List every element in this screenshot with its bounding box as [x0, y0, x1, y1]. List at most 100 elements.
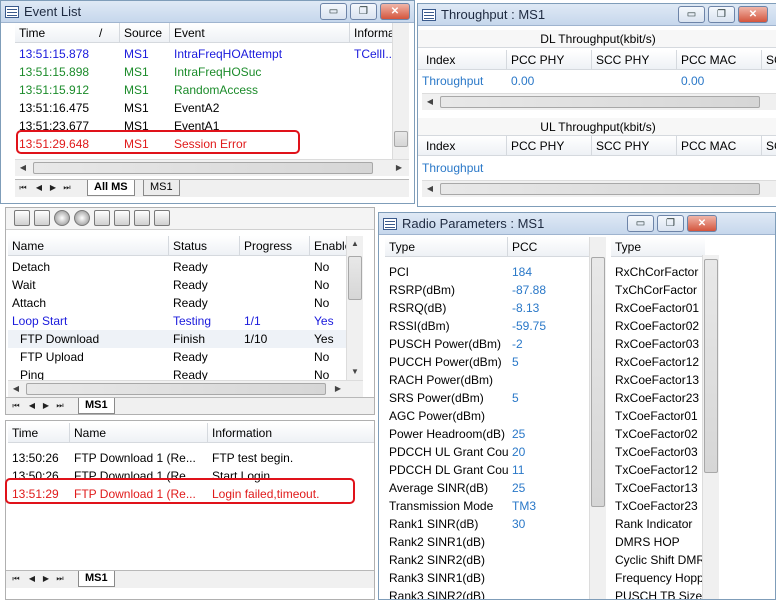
event-list-titlebar[interactable]: Event List ▭ ❐ ✕	[1, 1, 414, 23]
scroll-right-icon[interactable]: ▶	[391, 160, 407, 176]
ul-throughput-row[interactable]: Throughput	[418, 159, 776, 177]
col-time[interactable]: Time	[15, 23, 95, 43]
task-col-enable[interactable]: Enable	[310, 236, 348, 256]
ul-hscroll[interactable]: ◀	[422, 180, 776, 197]
radio-right-row[interactable]: TxChCorFactor	[611, 281, 705, 299]
ul-hscroll-thumb[interactable]	[440, 183, 760, 195]
prev-page-icon[interactable]: ◀	[26, 400, 38, 412]
delete-icon[interactable]	[154, 210, 170, 226]
copy-task-icon[interactable]	[34, 210, 50, 226]
radio-right-row[interactable]: RxCoeFactor13	[611, 371, 705, 389]
next-page-icon[interactable]: ▶	[40, 573, 52, 585]
radio-right-row[interactable]: TxCoeFactor13	[611, 479, 705, 497]
radio-param-row[interactable]: RSRQ(dB) -8.13	[385, 299, 590, 317]
radio-right-row[interactable]: PUSCH TB Size	[611, 587, 705, 599]
ul-col-index[interactable]: Index	[422, 136, 507, 156]
radio-param-row[interactable]: Rank2 SINR1(dB)	[385, 533, 590, 551]
task-col-progress[interactable]: Progress	[240, 236, 310, 256]
close-button[interactable]: ✕	[738, 6, 768, 23]
radio-right-row[interactable]: RxCoeFactor03	[611, 335, 705, 353]
radio-right-row[interactable]: TxCoeFactor23	[611, 497, 705, 515]
close-button[interactable]: ✕	[687, 215, 717, 232]
task-vscroll-thumb[interactable]	[348, 256, 362, 300]
restore-button[interactable]: ❐	[657, 215, 684, 232]
radio-param-row[interactable]: Rank3 SINR1(dB)	[385, 569, 590, 587]
minimize-button[interactable]: ▭	[320, 3, 347, 20]
event-row[interactable]: 13:51:16.475 MS1 EventA2	[15, 99, 395, 117]
dl-col-scc-phy[interactable]: SCC PHY	[592, 50, 677, 70]
task-col-status[interactable]: Status	[169, 236, 240, 256]
next-page-icon[interactable]: ▶	[47, 182, 59, 194]
event-list-vscroll[interactable]	[392, 23, 409, 159]
dl-hscroll[interactable]: ◀	[422, 93, 776, 110]
scroll-left-icon[interactable]: ◀	[15, 160, 31, 176]
prev-page-icon[interactable]: ◀	[33, 182, 45, 194]
radio-right-row[interactable]: RxChCorFactor	[611, 263, 705, 281]
radio-right-row[interactable]: Cyclic Shift DMRS	[611, 551, 705, 569]
dl-hscroll-thumb[interactable]	[440, 96, 760, 108]
tab-ms1[interactable]: MS1	[143, 180, 180, 196]
last-page-icon[interactable]: ⏭	[61, 182, 73, 194]
radio-col-pcc[interactable]: PCC	[508, 237, 590, 257]
radio-right-row[interactable]: RxCoeFactor02	[611, 317, 705, 335]
task-row[interactable]: FTP Upload Ready No	[8, 348, 348, 366]
radio-right-row[interactable]: RxCoeFactor12	[611, 353, 705, 371]
radio-param-row[interactable]: PDCCH DL Grant Count 11	[385, 461, 590, 479]
radio-param-row[interactable]: Average SINR(dB) 25	[385, 479, 590, 497]
task-col-name[interactable]: Name	[8, 236, 169, 256]
task-row[interactable]: Attach Ready No	[8, 294, 348, 312]
task-hscroll-thumb[interactable]	[26, 383, 326, 395]
radio-param-row[interactable]: PCI 184	[385, 263, 590, 281]
first-page-icon[interactable]: ⏮	[17, 182, 29, 194]
radio-left-vscroll-thumb[interactable]	[591, 257, 605, 507]
radio-right-row[interactable]: Frequency Hopping	[611, 569, 705, 587]
scroll-left-icon[interactable]: ◀	[422, 181, 438, 197]
radio-param-row[interactable]: PUSCH Power(dBm) -2	[385, 335, 590, 353]
task-row[interactable]: Detach Ready No	[8, 258, 348, 276]
event-list-hscroll-thumb[interactable]	[33, 162, 373, 174]
radio-param-row[interactable]: AGC Power(dBm)	[385, 407, 590, 425]
minimize-button[interactable]: ▭	[678, 6, 705, 23]
log-col-time[interactable]: Time	[8, 423, 70, 443]
radio-param-row[interactable]: Rank1 SINR(dB) 30	[385, 515, 590, 533]
scroll-up-icon[interactable]: ▲	[347, 236, 363, 252]
col-source[interactable]: Source	[120, 23, 170, 43]
radio-right-vscroll[interactable]	[702, 255, 719, 599]
radio-right-row[interactable]: Rank Indicator	[611, 515, 705, 533]
first-page-icon[interactable]: ⏮	[10, 573, 22, 585]
task-row[interactable]: Loop Start Testing 1/1 Yes	[8, 312, 348, 330]
radio-right-row[interactable]: RxCoeFactor01	[611, 299, 705, 317]
last-page-icon[interactable]: ⏭	[54, 573, 66, 585]
radio-param-row[interactable]: SRS Power(dBm) 5	[385, 389, 590, 407]
task-row[interactable]: Ping Ready No	[8, 366, 348, 380]
log-col-information[interactable]: Information	[208, 423, 374, 443]
last-page-icon[interactable]: ⏭	[54, 400, 66, 412]
radio-right-row[interactable]: TxCoeFactor03	[611, 443, 705, 461]
radio-param-row[interactable]: RSSI(dBm) -59.75	[385, 317, 590, 335]
radio-right-row[interactable]: RxCoeFactor23	[611, 389, 705, 407]
dl-col-pcc-mac[interactable]: PCC MAC	[677, 50, 762, 70]
task-row[interactable]: FTP Download Finish 1/10 Yes	[8, 330, 348, 348]
tab-ms1[interactable]: MS1	[78, 398, 115, 414]
event-row[interactable]: 13:51:15.912 MS1 RandomAccess	[15, 81, 395, 99]
minimize-button[interactable]: ▭	[627, 215, 654, 232]
radio-param-row[interactable]: PUCCH Power(dBm) 5	[385, 353, 590, 371]
radio-param-row[interactable]: PDCCH UL Grant Count 20	[385, 443, 590, 461]
radio-right-col-type[interactable]: Type	[611, 237, 705, 257]
event-list-vscroll-thumb[interactable]	[394, 131, 408, 147]
radio-param-row[interactable]: RSRP(dBm) -87.88	[385, 281, 590, 299]
task-hscroll[interactable]: ◀ ▶	[8, 380, 363, 397]
ul-col-pcc-mac[interactable]: PCC MAC	[677, 136, 762, 156]
next-page-icon[interactable]: ▶	[40, 400, 52, 412]
import-icon[interactable]	[94, 210, 110, 226]
dl-col-index[interactable]: Index	[422, 50, 507, 70]
radio-right-row[interactable]: TxCoeFactor01	[611, 407, 705, 425]
task-vscroll[interactable]: ▲ ▼	[346, 236, 363, 380]
first-page-icon[interactable]: ⏮	[10, 400, 22, 412]
radio-titlebar[interactable]: Radio Parameters : MS1 ▭ ❐ ✕	[379, 213, 775, 235]
scroll-left-icon[interactable]: ◀	[8, 381, 24, 397]
log-col-name[interactable]: Name	[70, 423, 208, 443]
stop-icon[interactable]	[74, 210, 90, 226]
settings-icon[interactable]	[134, 210, 150, 226]
col-sort-indicator[interactable]: /	[95, 23, 120, 43]
